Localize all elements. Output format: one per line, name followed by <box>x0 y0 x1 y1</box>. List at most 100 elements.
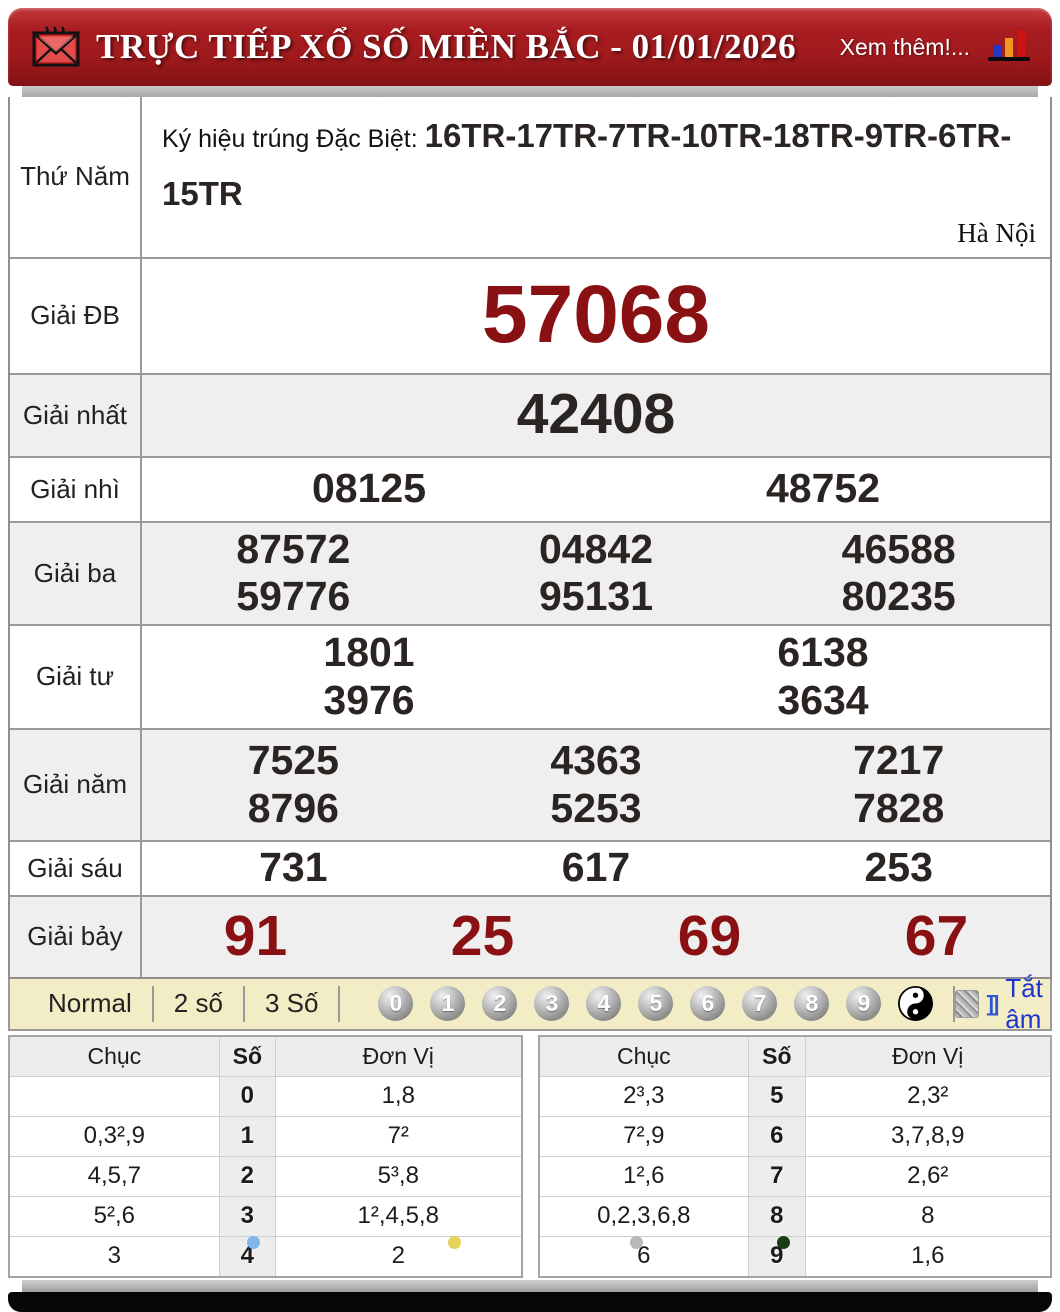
prize-number: 6138 <box>777 629 869 676</box>
stats-cell-donvi: 1,6 <box>804 1235 1052 1277</box>
prize-values-db: 57068 <box>142 259 1050 373</box>
prize-number-line: 42408 <box>142 382 1050 448</box>
prize-number-line: 3976 3634 <box>142 677 1050 724</box>
prize-row-nam: Giải năm 7525 4363 7217 8796 5253 7828 <box>10 727 1050 840</box>
speaker-icon <box>955 989 979 1018</box>
stats-cell-chuc: 0,2,3,6,8 <box>537 1195 750 1237</box>
clipped-icon <box>630 1236 643 1249</box>
stats-header-chuc-right: Chục <box>537 1035 750 1077</box>
control-bar: Normal 2 số 3 Số 0123456789 ]] Tắt âm <box>8 973 1052 1034</box>
prize-number-line: 91 25 69 67 <box>142 904 1050 970</box>
prize-number: 08125 <box>311 465 426 512</box>
prize-values-nam: 7525 4363 7217 8796 5253 7828 <box>142 730 1050 840</box>
stats-cell-chuc: 5²,6 <box>8 1195 220 1237</box>
bar-chart-icon[interactable] <box>984 26 1034 69</box>
prize-number: 91 <box>223 903 288 968</box>
clipped-icon <box>777 1236 790 1249</box>
prize-number: 69 <box>677 903 742 968</box>
number-ball-5[interactable]: 5 <box>638 986 674 1021</box>
prize-number-line: 57068 <box>142 268 1050 362</box>
stats-cell-chuc: 1²,6 <box>537 1155 750 1197</box>
prize-values-nhat: 42408 <box>142 375 1050 456</box>
weekday-label: Thứ Năm <box>10 97 142 257</box>
prize-number-line: 1801 6138 <box>142 629 1050 676</box>
number-ball-7[interactable]: 7 <box>742 986 778 1021</box>
prize-values-sau: 731 617 253 <box>142 842 1050 895</box>
draw-info-row: Thứ Năm Ký hiệu trúng Đặc Biệt: 16TR-17T… <box>10 97 1050 257</box>
prize-values-tu: 1801 6138 3976 3634 <box>142 626 1050 728</box>
province-label: Hà Nội <box>957 217 1036 248</box>
prize-number: 731 <box>259 844 328 891</box>
stats-row-digit-9: 6 9 1,6 <box>537 1235 1052 1277</box>
stats-cell-donvi: 2 <box>275 1235 522 1277</box>
mute-button[interactable]: ]] Tắt âm <box>955 973 1055 1035</box>
stats-row-digit-3: 5²,6 3 1²,4,5,8 <box>8 1195 522 1237</box>
stats-row-digit-1: 0,3²,9 1 7² <box>8 1115 522 1157</box>
prize-number-line: 59776 95131 80235 <box>142 573 1050 620</box>
prize-number: 87572 <box>236 525 351 572</box>
prize-number: 80235 <box>841 573 956 619</box>
stats-header-so-right: Số <box>748 1035 806 1077</box>
prize-number: 7217 <box>853 737 945 784</box>
stats-cell-donvi: 1²,4,5,8 <box>275 1195 522 1237</box>
prize-number: 67 <box>904 903 969 968</box>
mode-button-normal[interactable]: Normal <box>28 988 152 1019</box>
prize-row-db: Giải ĐB 57068 <box>10 256 1050 373</box>
prize-rows: Giải ĐB 57068 Giải nhất 42408 Giải nhì 08125 4… <box>10 256 1050 977</box>
stats-cell-so: 1 <box>218 1115 277 1157</box>
header-shadow-strip <box>22 86 1038 97</box>
stats-row-digit-0: 0 1,8 <box>8 1075 522 1117</box>
mode-buttons: Normal 2 số 3 Số <box>28 985 341 1022</box>
results-table: Thứ Năm Ký hiệu trúng Đặc Biệt: 16TR-17T… <box>8 97 1052 979</box>
prize-row-sau: Giải sáu 731 617 253 <box>10 839 1050 895</box>
sound-wave-icon: ]] <box>986 990 1000 1016</box>
prize-number: 46588 <box>841 525 956 572</box>
see-more-link[interactable]: Xem thêm!... <box>840 34 970 61</box>
stats-cell-so: 2 <box>218 1155 277 1197</box>
stats-cell-donvi: 2,3² <box>804 1075 1052 1117</box>
stats-cell-so: 6 <box>748 1115 806 1157</box>
mode-button-2-so[interactable]: 2 số <box>154 988 243 1019</box>
stats-row-digit-5: 2³,3 5 2,3² <box>537 1075 1052 1117</box>
number-ball-1[interactable]: 1 <box>430 986 466 1021</box>
footer-bar <box>8 1291 1052 1312</box>
prize-number: 617 <box>561 844 631 891</box>
number-ball-6[interactable]: 6 <box>690 986 726 1021</box>
stats-cell-so: 8 <box>748 1195 806 1237</box>
yin-yang-icon[interactable] <box>898 986 934 1021</box>
prize-label-nhi: Giải nhì <box>10 457 142 521</box>
stats-cell-chuc: 6 <box>537 1235 750 1277</box>
number-ball-2[interactable]: 2 <box>482 986 518 1021</box>
prize-label-db: Giải ĐB <box>10 258 142 373</box>
clipped-icon <box>247 1236 260 1249</box>
stats-cell-donvi: 2,6² <box>804 1155 1052 1197</box>
prize-number: 3634 <box>777 676 869 723</box>
stats-cell-donvi: 5³,8 <box>275 1155 522 1197</box>
stats-header-donvi-right: Đơn Vị <box>804 1035 1052 1077</box>
number-ball-0[interactable]: 0 <box>378 986 414 1021</box>
mode-button-3-so[interactable]: 3 Số <box>245 988 339 1019</box>
header-bar: TRỰC TIẾP XỔ SỐ MIỀN BẮC - 01/01/2026 Xe… <box>8 8 1052 86</box>
prize-number: 1801 <box>323 629 415 676</box>
prize-number: 7828 <box>853 784 945 831</box>
prize-label-nhat: Giải nhất <box>10 374 142 456</box>
number-ball-9[interactable]: 9 <box>846 986 882 1021</box>
prize-number: 7525 <box>247 737 339 784</box>
prize-number: 59776 <box>236 573 351 619</box>
clipped-icon <box>448 1236 461 1249</box>
prize-values-nhi: 08125 48752 <box>142 458 1050 521</box>
number-ball-4[interactable]: 4 <box>586 986 622 1021</box>
stats-cell-donvi: 8 <box>804 1195 1052 1237</box>
stats-cell-donvi: 7² <box>275 1115 522 1157</box>
prize-row-nhat: Giải nhất 42408 <box>10 372 1050 456</box>
stats-header-so-left: Số <box>218 1035 277 1077</box>
stats-header-chuc-left: Chục <box>8 1035 220 1077</box>
stats-cell-donvi: 1,8 <box>275 1075 522 1117</box>
number-ball-3[interactable]: 3 <box>534 986 570 1021</box>
prize-number: 8796 <box>247 784 339 831</box>
stats-cell-chuc: 7²,9 <box>537 1115 750 1157</box>
prize-values-bay: 91 25 69 67 <box>142 897 1050 977</box>
number-ball-8[interactable]: 8 <box>794 986 830 1021</box>
stats-cell-chuc: 3 <box>8 1235 220 1277</box>
prize-number-line: 08125 48752 <box>142 465 1050 512</box>
